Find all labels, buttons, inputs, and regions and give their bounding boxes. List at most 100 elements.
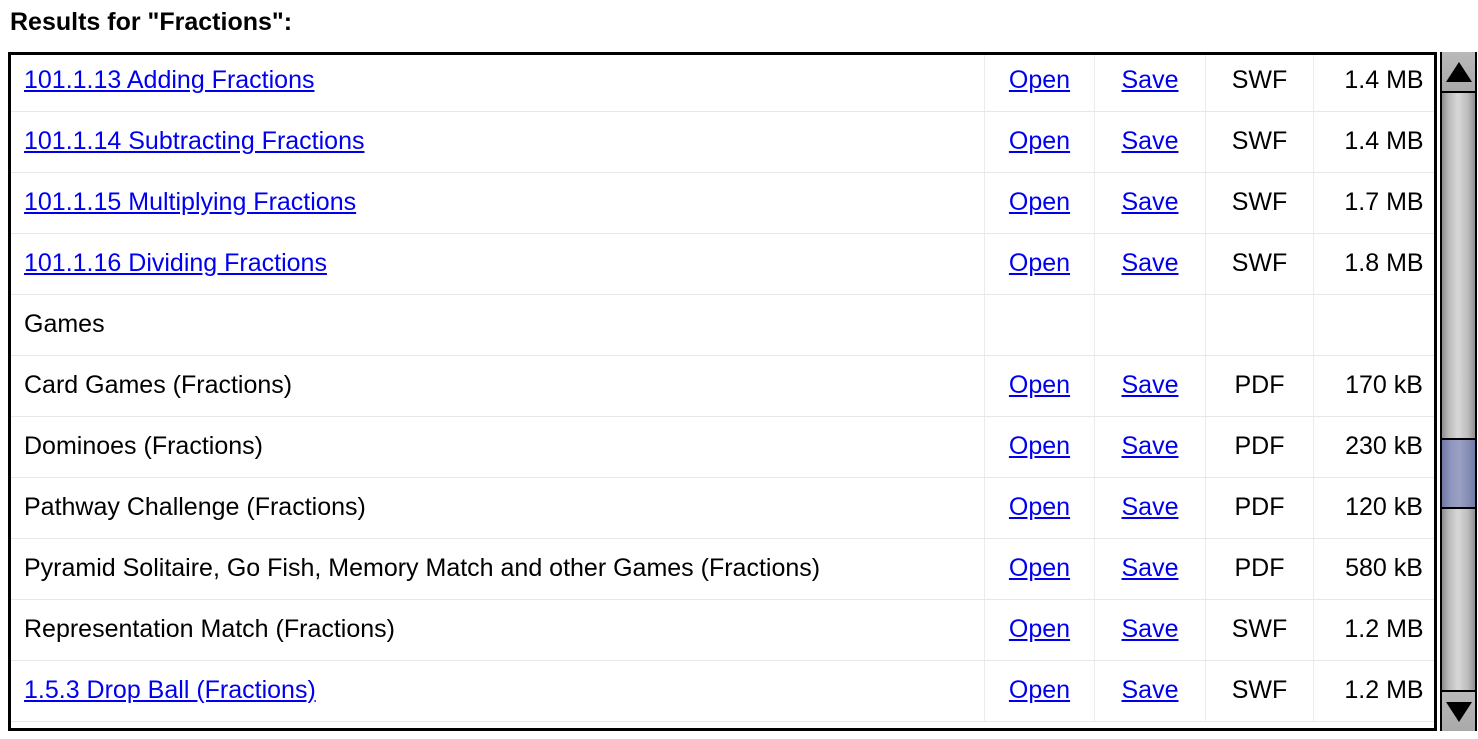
- save-link[interactable]: Save: [1122, 66, 1179, 94]
- result-title-cell: 1.5.3 Drop Ball (Fractions): [11, 660, 985, 722]
- results-table: 101.1.13 Adding Fractions Open Save SWF 1.4 …: [11, 55, 1434, 722]
- open-cell: Open: [984, 538, 1095, 600]
- table-row: Pathway Challenge (Fractions) Open Save PDF…: [11, 477, 1434, 539]
- save-cell: Save: [1094, 477, 1206, 539]
- result-title-cell: Representation Match (Fractions): [11, 599, 985, 661]
- result-title-text: Pyramid Solitaire, Go Fish, Memory Match…: [24, 553, 821, 582]
- open-cell: Open: [984, 55, 1095, 112]
- file-type-cell: SWF: [1205, 111, 1314, 173]
- file-type-cell: SWF: [1205, 55, 1314, 112]
- save-link[interactable]: Save: [1122, 615, 1179, 643]
- file-size-cell: 580 kB: [1313, 538, 1434, 600]
- file-size-cell: 170 kB: [1313, 355, 1434, 417]
- file-type-cell: PDF: [1205, 416, 1314, 478]
- open-cell: Open: [984, 660, 1095, 722]
- save-cell: Save: [1094, 355, 1206, 417]
- open-link[interactable]: Open: [1009, 432, 1070, 460]
- save-cell: Save: [1094, 416, 1206, 478]
- file-size-cell: 1.7 MB: [1313, 172, 1434, 234]
- result-title-cell: Pathway Challenge (Fractions): [11, 477, 985, 539]
- file-type-cell: [1205, 294, 1314, 356]
- open-link[interactable]: Open: [1009, 249, 1070, 277]
- table-row: Dominoes (Fractions) Open Save PDF 230 kB: [11, 416, 1434, 478]
- table-row: Pyramid Solitaire, Go Fish, Memory Match…: [11, 538, 1434, 600]
- file-type-cell: PDF: [1205, 355, 1314, 417]
- save-link[interactable]: Save: [1122, 676, 1179, 704]
- save-cell: Save: [1094, 55, 1206, 112]
- result-title-text: Pathway Challenge (Fractions): [24, 492, 366, 521]
- save-cell: Save: [1094, 660, 1206, 722]
- result-title-link[interactable]: 101.1.16 Dividing Fractions: [24, 249, 327, 277]
- scrollbar-track[interactable]: [1442, 93, 1475, 688]
- file-size-cell: [1313, 294, 1434, 356]
- save-link[interactable]: Save: [1122, 371, 1179, 399]
- result-title-link[interactable]: 101.1.14 Subtracting Fractions: [24, 127, 364, 155]
- section-header-row: Games: [11, 294, 1434, 356]
- file-type-cell: SWF: [1205, 233, 1314, 295]
- table-row: 101.1.13 Adding Fractions Open Save SWF 1.4 …: [11, 55, 1434, 112]
- result-title-cell: Dominoes (Fractions): [11, 416, 985, 478]
- file-type-cell: SWF: [1205, 599, 1314, 661]
- save-link[interactable]: Save: [1122, 188, 1179, 216]
- open-cell: Open: [984, 477, 1095, 539]
- open-link[interactable]: Open: [1009, 127, 1070, 155]
- file-size-cell: 1.4 MB: [1313, 111, 1434, 173]
- save-cell: [1094, 294, 1206, 356]
- table-row: Representation Match (Fractions) Open Save…: [11, 599, 1434, 661]
- file-type-cell: SWF: [1205, 660, 1314, 722]
- open-link[interactable]: Open: [1009, 188, 1070, 216]
- results-panel: 101.1.13 Adding Fractions Open Save SWF 1.4 …: [8, 52, 1437, 731]
- save-cell: Save: [1094, 111, 1206, 173]
- open-link[interactable]: Open: [1009, 493, 1070, 521]
- file-size-cell: 230 kB: [1313, 416, 1434, 478]
- result-title-cell: Card Games (Fractions): [11, 355, 985, 417]
- save-link[interactable]: Save: [1122, 554, 1179, 582]
- result-title-text: Representation Match (Fractions): [24, 614, 395, 643]
- open-link[interactable]: Open: [1009, 66, 1070, 94]
- result-title-link[interactable]: 1.5.3 Drop Ball (Fractions): [24, 676, 316, 704]
- open-cell: Open: [984, 233, 1095, 295]
- open-link[interactable]: Open: [1009, 371, 1070, 399]
- file-size-cell: 1.2 MB: [1313, 599, 1434, 661]
- result-title-cell: Pyramid Solitaire, Go Fish, Memory Match…: [11, 538, 985, 600]
- open-cell: [984, 294, 1095, 356]
- file-size-cell: 1.2 MB: [1313, 660, 1434, 722]
- save-link[interactable]: Save: [1122, 432, 1179, 460]
- open-link[interactable]: Open: [1009, 676, 1070, 704]
- table-row: 101.1.16 Dividing Fractions Open Save SWF 1.…: [11, 233, 1434, 295]
- page-title: Results for "Fractions":: [10, 8, 293, 36]
- open-link[interactable]: Open: [1009, 554, 1070, 582]
- table-row: 101.1.14 Subtracting Fractions Open Save SW…: [11, 111, 1434, 173]
- vertical-scrollbar[interactable]: [1440, 52, 1477, 731]
- file-type-cell: SWF: [1205, 172, 1314, 234]
- file-size-cell: 1.4 MB: [1313, 55, 1434, 112]
- result-title-text: Dominoes (Fractions): [24, 431, 263, 460]
- save-link[interactable]: Save: [1122, 249, 1179, 277]
- scrollbar-down-button[interactable]: [1442, 690, 1475, 731]
- open-cell: Open: [984, 416, 1095, 478]
- result-title-cell: 101.1.13 Adding Fractions: [11, 55, 985, 112]
- table-row: 1.5.3 Drop Ball (Fractions) Open Save SWF 1.…: [11, 660, 1434, 722]
- result-title-link[interactable]: 101.1.13 Adding Fractions: [24, 66, 314, 94]
- save-cell: Save: [1094, 233, 1206, 295]
- scrollbar-up-button[interactable]: [1442, 52, 1475, 93]
- triangle-down-icon: [1445, 701, 1472, 722]
- section-header-label: Games: [24, 309, 105, 338]
- save-link[interactable]: Save: [1122, 127, 1179, 155]
- file-size-cell: 1.8 MB: [1313, 233, 1434, 295]
- save-link[interactable]: Save: [1122, 493, 1179, 521]
- table-row: Card Games (Fractions) Open Save PDF 170 kB: [11, 355, 1434, 417]
- result-title-text: Card Games (Fractions): [24, 370, 293, 399]
- file-type-cell: PDF: [1205, 538, 1314, 600]
- results-table-body: 101.1.13 Adding Fractions Open Save SWF 1.4 …: [11, 55, 1434, 722]
- open-link[interactable]: Open: [1009, 615, 1070, 643]
- file-size-cell: 120 kB: [1313, 477, 1434, 539]
- save-cell: Save: [1094, 538, 1206, 600]
- file-type-cell: PDF: [1205, 477, 1314, 539]
- scrollbar-thumb[interactable]: [1442, 438, 1475, 509]
- save-cell: Save: [1094, 172, 1206, 234]
- open-cell: Open: [984, 172, 1095, 234]
- save-cell: Save: [1094, 599, 1206, 661]
- result-title-link[interactable]: 101.1.15 Multiplying Fractions: [24, 188, 356, 216]
- open-cell: Open: [984, 599, 1095, 661]
